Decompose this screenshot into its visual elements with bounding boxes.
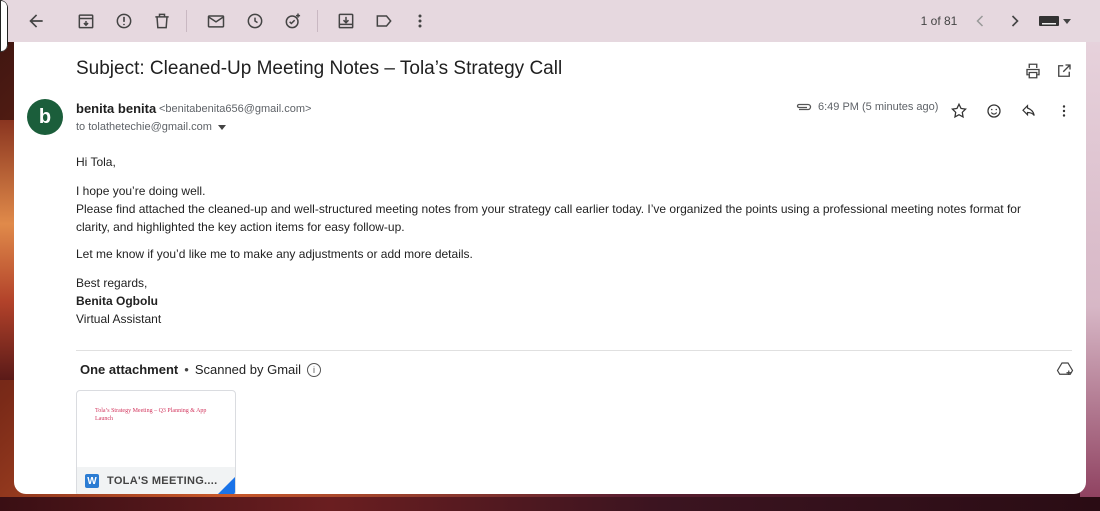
separator-dot: •	[184, 362, 189, 377]
recipient-line: to tolathetechie@gmail.com	[76, 121, 226, 133]
toolbar-separator	[317, 10, 318, 32]
info-icon[interactable]: i	[307, 362, 322, 377]
attachment-footer: W TOLA'S MEETING....	[77, 467, 235, 494]
signature-title: Virtual Assistant	[76, 312, 162, 326]
timestamp: 6:49 PM (5 minutes ago)	[818, 101, 939, 113]
body-paragraph-2: Let me know if you’d like me to make any…	[76, 247, 473, 261]
print-icon[interactable]	[1024, 62, 1044, 82]
word-doc-icon: W	[85, 474, 99, 488]
emoji-react-icon[interactable]	[983, 100, 1005, 122]
taskbar-strip	[0, 497, 1100, 511]
details-chevron-icon[interactable]	[217, 124, 226, 130]
reply-icon[interactable]	[1018, 100, 1040, 122]
archive-icon[interactable]	[74, 9, 98, 33]
newer-chevron-icon[interactable]	[968, 9, 992, 33]
attachment-card[interactable]: Tola’s Strategy Meeting – Q3 Planning & …	[76, 390, 236, 494]
email-view: Subject: Cleaned-Up Meeting Notes – Tola…	[14, 42, 1086, 494]
signature-name: Benita Ogbolu	[76, 294, 158, 308]
scan-status: Scanned by Gmail	[194, 362, 302, 377]
body-line: I hope you’re doing well.	[76, 184, 206, 198]
toolbar-separator	[186, 10, 187, 32]
attachment-clip-icon	[796, 103, 812, 111]
older-chevron-icon[interactable]	[1003, 9, 1027, 33]
attachment-divider	[76, 350, 1072, 351]
avatar[interactable]: b	[27, 99, 63, 135]
more-vert-icon[interactable]	[408, 9, 432, 33]
attachment-count: One attachment	[80, 362, 179, 377]
keyboard-icon	[1039, 16, 1059, 26]
open-new-window-icon[interactable]	[1055, 62, 1075, 82]
pager-count: 1 of 81	[920, 14, 958, 28]
attachment-preview: Tola’s Strategy Meeting – Q3 Planning & …	[95, 407, 225, 423]
preview-title: Tola’s Strategy Meeting – Q3 Planning & …	[95, 408, 207, 422]
snooze-icon[interactable]	[243, 9, 267, 33]
back-arrow-icon[interactable]	[24, 9, 48, 33]
timestamp-group: 6:49 PM (5 minutes ago)	[796, 101, 938, 113]
wallpaper-streak	[0, 120, 14, 380]
email-subject: Subject: Cleaned-Up Meeting Notes – Tola…	[76, 58, 563, 79]
doc-corner-icon	[217, 477, 235, 494]
add-to-drive-icon[interactable]	[1056, 360, 1076, 380]
mail-toolbar: 1 of 81	[0, 0, 1100, 42]
move-to-icon[interactable]	[334, 9, 358, 33]
body-line: Please find attached the cleaned-up and …	[76, 202, 1021, 234]
recipient-text: to tolathetechie@gmail.com	[76, 121, 212, 133]
window-edge	[0, 0, 8, 52]
sender-name[interactable]: benita benita	[76, 101, 156, 116]
closing: Best regards,	[76, 276, 148, 290]
attachment-header: One attachment • Scanned by Gmail i	[80, 362, 322, 377]
label-icon[interactable]	[372, 9, 396, 33]
sender-email: <benitabenita656@gmail.com>	[159, 103, 312, 115]
report-spam-icon[interactable]	[112, 9, 136, 33]
greeting: Hi Tola,	[76, 155, 116, 169]
body-paragraph-1: I hope you’re doing well. Please find at…	[76, 182, 1036, 236]
more-options-icon[interactable]	[1053, 100, 1075, 122]
signature: Best regards, Benita Ogbolu Virtual Assi…	[76, 274, 1036, 328]
star-icon[interactable]	[948, 100, 970, 122]
add-task-icon[interactable]	[281, 9, 305, 33]
input-tools-button[interactable]	[1038, 11, 1074, 31]
mark-unread-icon[interactable]	[204, 9, 228, 33]
delete-icon[interactable]	[150, 9, 174, 33]
chevron-down-icon	[1063, 18, 1071, 24]
attachment-filename: TOLA'S MEETING....	[107, 475, 218, 487]
